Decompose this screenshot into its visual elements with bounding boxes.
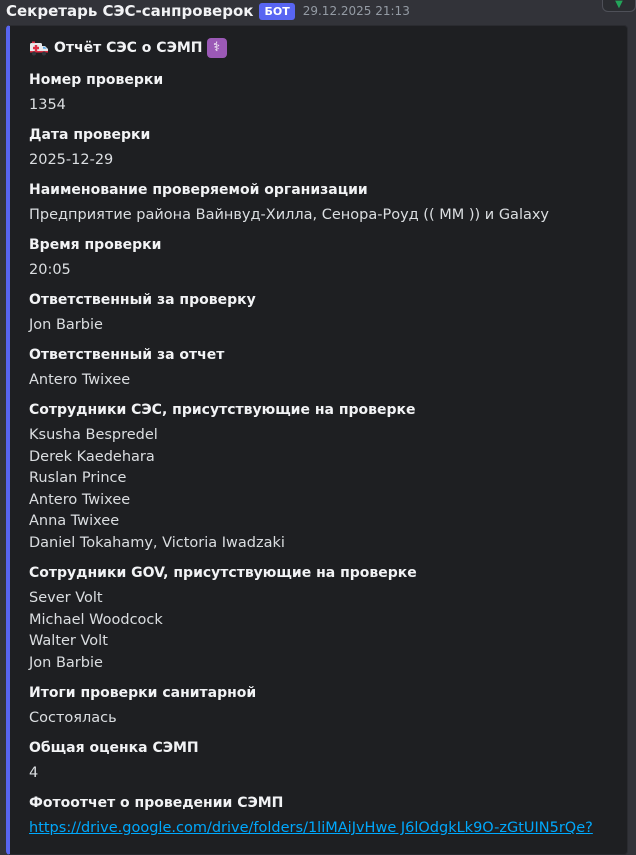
field-gov-staff: Сотрудники GOV, присутствующие на провер… bbox=[29, 564, 619, 674]
field-value-line: Предприятие района Вайнвуд-Хилла, Сенора… bbox=[29, 207, 550, 223]
chevron-down-icon: ▼ bbox=[615, 0, 623, 10]
field-name: Ответственный за проверку bbox=[29, 292, 256, 308]
field-value-line: Jon Barbie bbox=[29, 654, 103, 671]
embed-title-text: Отчёт СЭС о СЭМП bbox=[54, 40, 203, 56]
field-name: Сотрудники СЭС, присутствующие на провер… bbox=[29, 402, 416, 418]
field-name: Номер проверки bbox=[29, 72, 164, 88]
field-responsible-inspection: Ответственный за проверку Jon Barbie bbox=[29, 291, 619, 337]
field-value-line: Michael Woodcock bbox=[29, 611, 163, 628]
field-value-line: 20:05 bbox=[29, 262, 71, 278]
field-name: Наименование проверяемой организации bbox=[29, 182, 368, 198]
message-action-button[interactable]: ▼ bbox=[602, 0, 636, 12]
field-sanitary-result: Итоги проверки санитарной Состоялась bbox=[29, 684, 619, 730]
field-value-line: Antero Twixee bbox=[29, 491, 131, 508]
field-value-line: Sever Volt bbox=[29, 590, 103, 606]
field-value-line: Derek Kaedehara bbox=[29, 448, 155, 465]
field-responsible-report: Ответственный за отчет Antero Twixee bbox=[29, 346, 619, 392]
field-inspection-date: Дата проверки 2025-12-29 bbox=[29, 126, 619, 172]
field-value: Предприятие района Вайнвуд-Хилла, Сенора… bbox=[29, 205, 619, 227]
field-value: Ksusha Bespredel Derek Kaedehara Ruslan … bbox=[29, 425, 619, 555]
author-name[interactable]: Секретарь СЭС-санпроверок bbox=[6, 2, 253, 20]
field-value-line: Walter Volt bbox=[29, 633, 108, 650]
field-ses-staff: Сотрудники СЭС, присутствующие на провер… bbox=[29, 401, 619, 555]
field-value-line: Ruslan Prince bbox=[29, 470, 127, 487]
embed-title: Отчёт СЭС о СЭМП ⚕ bbox=[29, 37, 227, 59]
field-value-line: Antero Twixee bbox=[29, 372, 131, 388]
field-name: Ответственный за отчет bbox=[29, 347, 225, 363]
medical-symbol-icon: ⚕ bbox=[206, 38, 227, 58]
bot-badge: БОТ bbox=[259, 2, 295, 20]
field-value-line: Jon Barbie bbox=[29, 317, 103, 333]
ambulance-icon bbox=[29, 40, 49, 56]
field-value: Состоялась bbox=[29, 708, 619, 730]
field-value-line: 1354 bbox=[29, 97, 66, 113]
message-header: Секретарь СЭС-санпроверок БОТ 29.12.2025… bbox=[0, 0, 636, 22]
field-photo-report: Фотоотчет о проведении СЭМП https://driv… bbox=[29, 794, 619, 840]
field-name: Дата проверки bbox=[29, 127, 151, 143]
field-organization: Наименование проверяемой организации Пре… bbox=[29, 181, 619, 227]
field-value: https://drive.google.com/drive/folders/1… bbox=[29, 818, 619, 840]
message-timestamp[interactable]: 29.12.2025 21:13 bbox=[303, 4, 410, 18]
photo-report-link[interactable]: https://drive.google.com/drive/folders/1… bbox=[29, 820, 593, 836]
embed-card: Отчёт СЭС о СЭМП ⚕ Номер проверки 1354 Д… bbox=[6, 25, 628, 855]
field-inspection-time: Время проверки 20:05 bbox=[29, 236, 619, 282]
field-value-line: Daniel Tokahamy, Victoria Iwadzaki bbox=[29, 534, 285, 551]
field-value: 1354 bbox=[29, 95, 619, 117]
field-value: Sever Volt Michael Woodcock Walter Volt … bbox=[29, 588, 619, 674]
field-value: Jon Barbie bbox=[29, 315, 619, 337]
field-overall-rating: Общая оценка СЭМП 4 bbox=[29, 739, 619, 785]
field-name: Время проверки bbox=[29, 237, 162, 253]
field-value-line: 2025-12-29 bbox=[29, 152, 114, 168]
field-name: Итоги проверки санитарной bbox=[29, 685, 257, 701]
field-value: 4 bbox=[29, 763, 619, 785]
field-value-line: Состоялась bbox=[29, 710, 117, 726]
field-value: Antero Twixee bbox=[29, 370, 619, 392]
field-value-line: 4 bbox=[29, 765, 39, 781]
field-value-line: Ksusha Bespredel bbox=[29, 427, 158, 443]
field-value: 20:05 bbox=[29, 260, 619, 282]
field-inspection-number: Номер проверки 1354 bbox=[29, 71, 619, 117]
field-name: Общая оценка СЭМП bbox=[29, 740, 199, 756]
field-name: Фотоотчет о проведении СЭМП bbox=[29, 795, 284, 811]
field-value: 2025-12-29 bbox=[29, 150, 619, 172]
field-name: Сотрудники GOV, присутствующие на провер… bbox=[29, 565, 417, 581]
field-value-line: Anna Twixee bbox=[29, 513, 120, 530]
